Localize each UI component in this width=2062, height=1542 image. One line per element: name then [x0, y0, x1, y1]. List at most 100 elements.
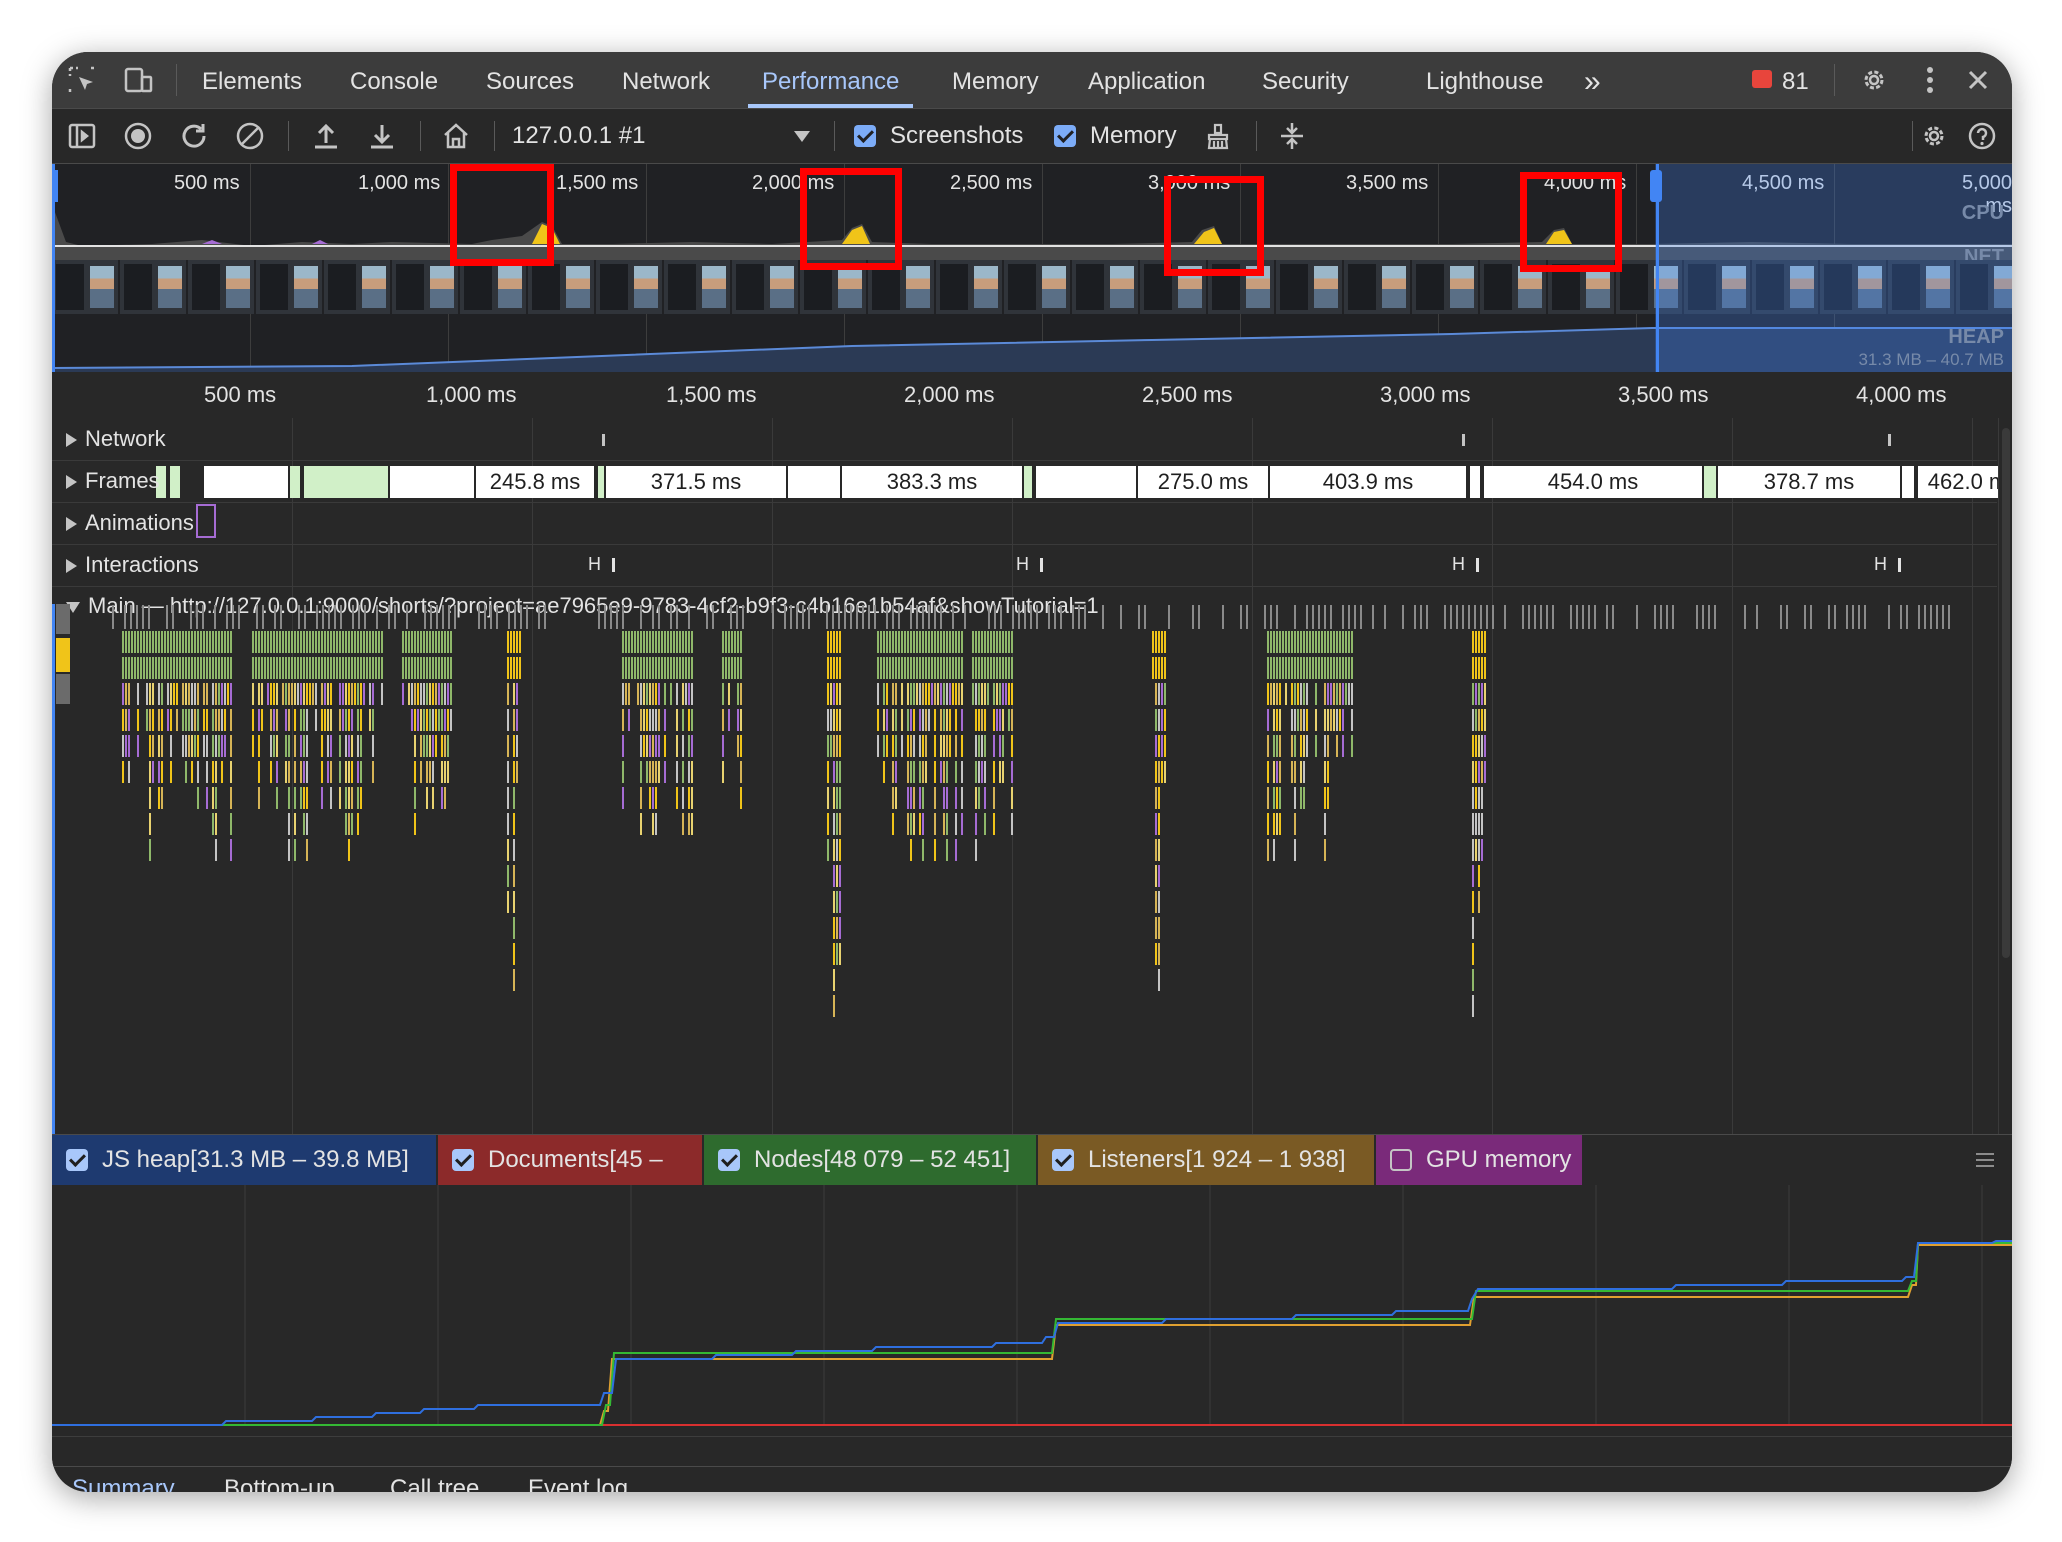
more-tabs-chevron-icon[interactable]: »	[1584, 52, 1601, 108]
interaction-marker[interactable]: H	[1016, 554, 1029, 575]
flame-call	[516, 657, 518, 679]
flame-call	[345, 709, 347, 731]
frame-block[interactable]: 383.3 ms	[842, 466, 1024, 498]
flame-task	[742, 605, 744, 629]
flame-call	[258, 761, 260, 783]
screenshots-label[interactable]: Screenshots	[890, 109, 1023, 163]
issues-error-icon[interactable]	[1752, 70, 1772, 88]
tab-lighthouse[interactable]: Lighthouse	[1426, 52, 1543, 108]
flame-call	[182, 683, 184, 705]
frame-block[interactable]: 403.9 ms	[1270, 466, 1468, 498]
frame-block[interactable]: 245.8 ms	[476, 466, 596, 498]
clear-icon[interactable]	[234, 120, 266, 152]
tab-security[interactable]: Security	[1262, 52, 1349, 108]
close-icon[interactable]	[1962, 64, 1994, 96]
flame-call	[625, 683, 627, 705]
flame-call	[1158, 917, 1160, 939]
frame-block[interactable]: 275.0 ms	[1138, 466, 1270, 498]
gpu-memory-counter[interactable]: GPU memory	[1376, 1135, 1582, 1185]
record-icon[interactable]	[122, 120, 154, 152]
issues-count[interactable]: 81	[1782, 52, 1809, 108]
interaction-marker[interactable]: H	[588, 554, 601, 575]
flame-call	[658, 709, 660, 731]
screenshot-thumbnail[interactable]	[1004, 260, 1070, 314]
screenshot-thumbnail[interactable]	[392, 260, 458, 314]
menu-icon[interactable]	[1976, 1153, 1994, 1167]
flame-call	[737, 657, 739, 679]
flame-call	[1312, 631, 1314, 653]
js-heap-counter[interactable]: JS heap[31.3 MB – 39.8 MB]	[52, 1135, 436, 1185]
flame-call	[438, 631, 440, 653]
more-options-icon[interactable]	[1914, 64, 1946, 96]
screenshot-thumbnail[interactable]	[664, 260, 730, 314]
memory-label[interactable]: Memory	[1090, 109, 1177, 163]
tracks-scrollbar[interactable]	[1998, 418, 2012, 1134]
tab-sources[interactable]: Sources	[486, 52, 574, 108]
network-track[interactable]: Network	[52, 418, 1997, 461]
toggle-sidebar-icon[interactable]	[66, 120, 98, 152]
flame-task	[112, 605, 114, 629]
capture-settings-gear-icon[interactable]	[1918, 120, 1950, 152]
frame-block[interactable]: 378.7 ms	[1718, 466, 1902, 498]
help-icon[interactable]	[1966, 120, 1998, 152]
screenshot-thumbnail[interactable]	[1072, 260, 1138, 314]
screenshot-thumbnail[interactable]	[1344, 260, 1410, 314]
tab-performance[interactable]: Performance	[747, 52, 914, 108]
tab-call-tree[interactable]: Call tree	[390, 1475, 479, 1492]
flame-call	[429, 709, 431, 731]
timeline-overview[interactable]: 500 ms 1,000 ms 1,500 ms 2,000 ms 2,500 …	[52, 164, 2012, 372]
home-icon[interactable]	[440, 120, 472, 152]
screenshots-checkbox[interactable]	[854, 125, 876, 147]
screenshot-thumbnail[interactable]	[1412, 260, 1478, 314]
tab-bottom-up[interactable]: Bottom-up	[224, 1475, 335, 1492]
frames-track[interactable]: Frames 245.8 ms 371.5 ms 383.3 ms 275.0 …	[52, 460, 2012, 503]
screenshot-thumbnail[interactable]	[528, 260, 594, 314]
flame-call	[303, 657, 305, 679]
interaction-marker[interactable]: H	[1874, 554, 1887, 575]
inspect-element-icon[interactable]	[66, 64, 98, 96]
reload-record-icon[interactable]	[178, 120, 210, 152]
tab-application[interactable]: Application	[1088, 52, 1205, 108]
flame-call	[925, 735, 927, 757]
frame-block[interactable]: 371.5 ms	[606, 466, 788, 498]
upload-profile-icon[interactable]	[310, 120, 342, 152]
listeners-counter[interactable]: Listeners[1 924 – 1 938]	[1038, 1135, 1374, 1185]
nodes-counter[interactable]: Nodes[48 079 – 52 451]	[704, 1135, 1036, 1185]
tab-event-log[interactable]: Event log	[528, 1475, 628, 1492]
screenshot-thumbnail[interactable]	[52, 260, 118, 314]
interactions-track[interactable]: Interactions H H H H	[52, 544, 1997, 587]
chevron-down-icon[interactable]	[794, 131, 810, 142]
settings-gear-icon[interactable]	[1858, 64, 1890, 96]
screenshot-thumbnail[interactable]	[732, 260, 798, 314]
flame-call	[722, 657, 724, 679]
screenshot-thumbnail[interactable]	[596, 260, 662, 314]
device-toolbar-icon[interactable]	[122, 64, 154, 96]
screenshot-thumbnail[interactable]	[936, 260, 1002, 314]
flame-call	[1484, 761, 1486, 783]
screenshot-thumbnail[interactable]	[460, 260, 526, 314]
memory-checkbox[interactable]	[1054, 125, 1076, 147]
screenshot-thumbnail[interactable]	[1276, 260, 1342, 314]
collect-garbage-icon[interactable]	[1202, 120, 1234, 152]
screenshot-thumbnail[interactable]	[324, 260, 390, 314]
tab-console[interactable]: Console	[350, 52, 438, 108]
collapse-tracks-icon[interactable]	[1276, 120, 1308, 152]
screenshot-thumbnail[interactable]	[256, 260, 322, 314]
screenshot-thumbnail[interactable]	[120, 260, 186, 314]
interaction-marker[interactable]: H	[1452, 554, 1465, 575]
flame-call	[1475, 735, 1477, 757]
documents-counter[interactable]: Documents[45 – 45]	[438, 1135, 702, 1223]
tab-memory[interactable]: Memory	[952, 52, 1039, 108]
flame-call	[895, 735, 897, 757]
target-select[interactable]: 127.0.0.1 #1	[512, 109, 645, 163]
animations-track[interactable]: Animations	[52, 502, 1997, 545]
tab-elements[interactable]: Elements	[202, 52, 302, 108]
tab-summary[interactable]: Summary	[72, 1475, 175, 1492]
main-thread-flame-chart[interactable]	[52, 603, 1997, 1133]
tab-network[interactable]: Network	[622, 52, 710, 108]
download-profile-icon[interactable]	[366, 120, 398, 152]
overview-selection[interactable]	[1655, 164, 2012, 372]
screenshot-thumbnail[interactable]	[188, 260, 254, 314]
flame-call	[185, 761, 187, 783]
frame-block[interactable]: 454.0 ms	[1484, 466, 1704, 498]
